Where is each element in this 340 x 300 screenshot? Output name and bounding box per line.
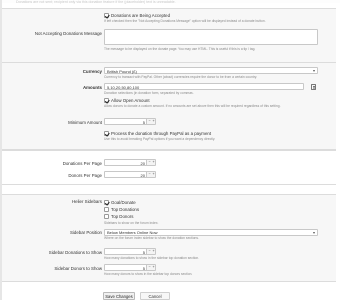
chevron-down-icon: ▾ — [312, 229, 315, 235]
donors-per-page-stepper[interactable]: 20 − + — [104, 171, 156, 178]
sidebar-position-select[interactable]: Below Members Online Now ▾ — [104, 228, 318, 236]
sidebar-donations-stepper[interactable]: 5 − + — [104, 248, 156, 255]
not-accepting-label: Not Accepting Donations Message — [34, 31, 102, 36]
sidebar-top-donors-label: Top Donors — [111, 213, 134, 219]
save-button[interactable]: Save Changes — [103, 292, 135, 300]
amounts-label: Amounts — [82, 85, 102, 90]
process-paypal-checkbox[interactable] — [104, 131, 109, 136]
not-accepting-message-textarea[interactable] — [104, 29, 318, 45]
sidebar-donors-stepper[interactable]: 5 − + — [104, 264, 156, 271]
divider — [2, 184, 336, 185]
process-paypal-label: Process the donation through PayPal as a… — [111, 130, 212, 136]
top-note: Donations are not sent; recipient only v… — [16, 0, 176, 4]
amounts-input[interactable]: 5,10,20,50,80,100 — [104, 83, 304, 90]
sidebar-donors-hint: How many donors to show in the sidebar t… — [104, 272, 193, 276]
sidebar-goal-checkbox[interactable] — [104, 200, 109, 205]
plus-icon[interactable]: + — [152, 119, 156, 123]
sidebar-donations-label: Sidebar Donations to Show — [48, 250, 102, 255]
plus-icon[interactable]: + — [152, 172, 156, 176]
sidebar-donations-value: 5 — [142, 249, 145, 255]
amounts-hint: Donation selections (in donation form, s… — [104, 91, 194, 95]
allow-open-checkbox[interactable] — [104, 98, 109, 103]
stepper-buttons: − + — [146, 119, 155, 124]
stepper-buttons: − + — [146, 160, 155, 165]
amounts-value: 5,10,20,50,80,100 — [107, 84, 140, 90]
sidebar-position-label: Sidebar Position — [70, 230, 102, 235]
options-page: Donations are not sent; recipient only v… — [0, 0, 340, 300]
sidebar-top-donations-label: Top Donations — [111, 206, 140, 212]
allow-open-label: Allow Open Amount — [111, 97, 150, 103]
accepting-hint: If left checked then the "Not Accepting … — [104, 19, 266, 23]
sidebar-top-donations-checkbox[interactable] — [104, 207, 109, 212]
sidebar-position-hint: Where on the forum index sidebar to show… — [104, 236, 199, 240]
donations-per-page-value: 20 — [140, 160, 145, 166]
sidebar-donations-hint: How many donations to show in the sideba… — [104, 256, 200, 260]
sidebar-donors-value: 5 — [142, 265, 145, 271]
donations-per-page-label: Donations Per Page — [62, 161, 102, 166]
stepper-buttons: − + — [146, 249, 155, 254]
accepting-checkbox[interactable] — [104, 13, 109, 18]
accepting-label: Donations are Being Accepted — [111, 12, 171, 18]
process-paypal-hint: Use this to avoid breaking PayPal option… — [104, 137, 216, 141]
currency-label: Currency — [82, 68, 102, 74]
stepper-buttons: − + — [146, 265, 155, 270]
minimum-amount-stepper[interactable]: 5 − + — [104, 118, 156, 125]
plus-icon[interactable]: + — [152, 265, 156, 269]
stepper-buttons: − + — [146, 172, 155, 177]
sidebar-position-value: Below Members Online Now — [107, 230, 158, 235]
donors-per-page-label: Donors Per Page — [68, 173, 102, 178]
sidebar-donors-label: Sidebar Donors to Show — [54, 266, 102, 271]
not-accepting-hint: The message to be displayed on the donat… — [104, 47, 256, 51]
donations-per-page-stepper[interactable]: 20 − + — [104, 159, 156, 166]
minimum-amount-value: 5 — [142, 119, 145, 125]
donors-per-page-value: 20 — [140, 172, 145, 178]
minimum-amount-label: Minimum Amount — [68, 120, 102, 125]
currency-hint: Currency to transact with PayPal. Other … — [104, 75, 258, 79]
allow-open-hint: Allow donors to donate a custom amount. … — [104, 104, 281, 108]
chevron-down-icon: ▾ — [312, 68, 315, 73]
sidebars-hint: Sidebars to show on the forum index. — [104, 221, 159, 225]
list-icon[interactable] — [311, 83, 316, 90]
plus-icon[interactable]: + — [152, 249, 156, 253]
cancel-button[interactable]: Cancel — [140, 292, 170, 300]
sidebars-label: Helier Sidebars — [71, 199, 102, 204]
sidebar-goal-label: Goal/Donate — [111, 199, 136, 205]
currency-select[interactable]: British Pound (£) ▾ — [104, 67, 318, 74]
currency-value: British Pound (£) — [107, 68, 137, 74]
plus-icon[interactable]: + — [152, 160, 156, 164]
sidebar-top-donors-checkbox[interactable] — [104, 214, 109, 219]
